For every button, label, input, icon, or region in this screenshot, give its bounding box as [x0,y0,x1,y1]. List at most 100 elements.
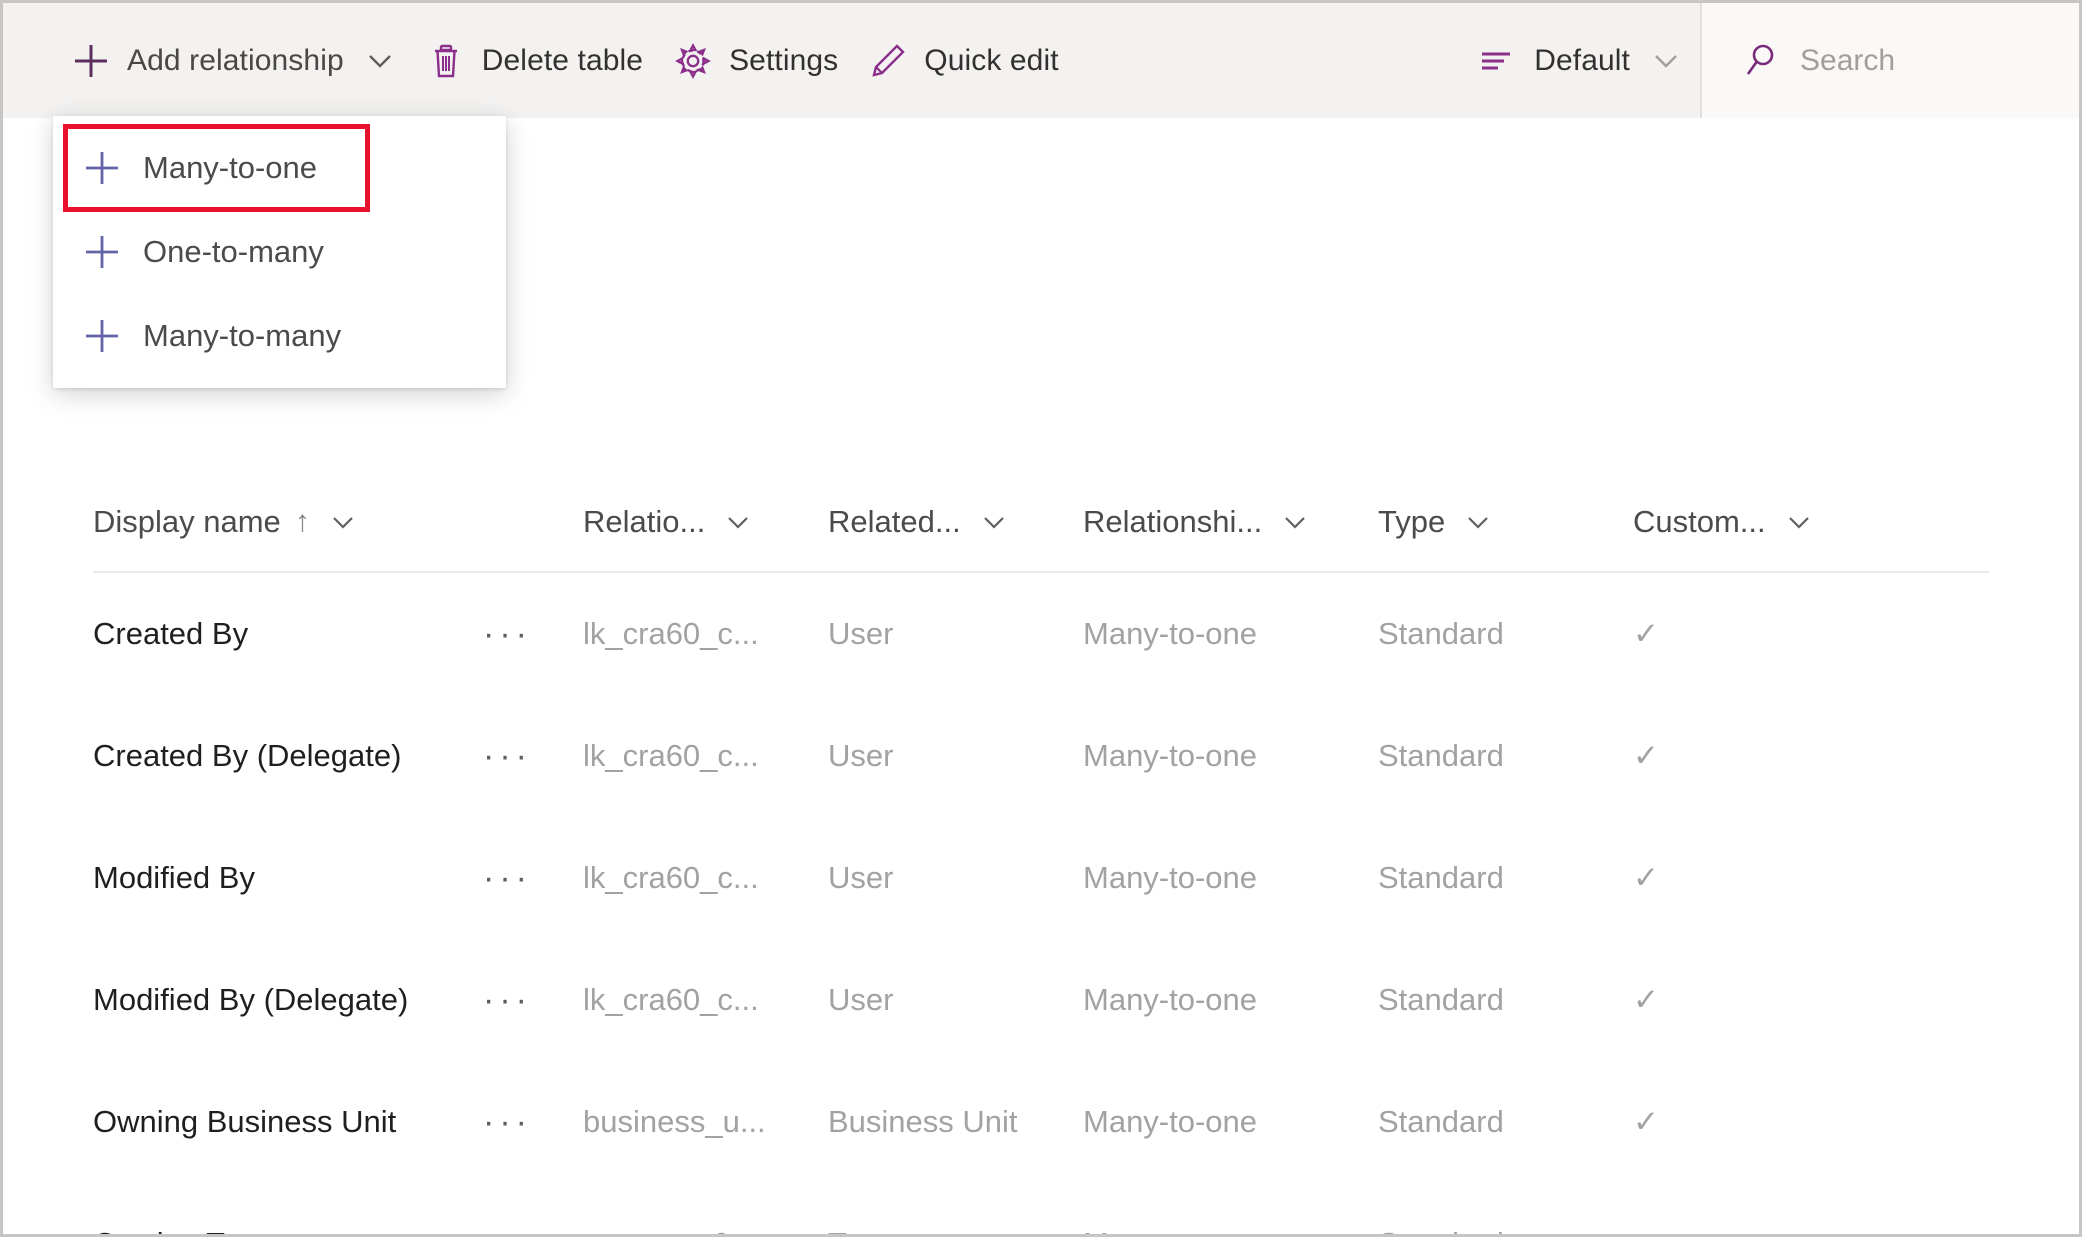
view-selector-label: Default [1534,43,1630,77]
cell-relationship-name: team_cra6... [583,1226,828,1234]
cell-relationship-name: lk_cra60_c... [583,738,759,773]
cell-relationship-name: lk_cra60_c... [583,982,759,1017]
cell-display-name: Created By (Delegate) [93,738,402,773]
chevron-down-icon[interactable] [1784,507,1814,537]
cell-type: Standard [1378,1104,1504,1139]
cell-customizable-check-icon: ✓ [1633,616,1659,651]
row-more-options-icon[interactable]: ··· [483,1225,583,1235]
column-header-type-label: Type [1378,504,1446,539]
column-header-relationship-name[interactable]: Relatio... [583,504,828,540]
row-more-options-icon[interactable]: ··· [483,737,583,776]
grid-body: Created By ··· lk_cra60_c... User Many-to-on… [93,573,1989,1235]
add-relationship-label: Add relationship [127,43,344,77]
column-header-display-name[interactable]: Display name ↑ [93,504,583,540]
gear-icon [671,39,715,83]
cell-related-table: User [828,738,894,773]
cell-display-name: Owning Business Unit [93,1104,397,1139]
view-selector-button[interactable]: Default [1464,3,1700,118]
grid-header-row: Display name ↑ Relatio... Related... Rel… [93,473,1989,573]
table-row[interactable]: Modified By ··· lk_cra60_c... User Many-to-o… [93,817,1989,939]
table-row[interactable]: Owning Business Unit ··· business_u... Busi… [93,1061,1989,1183]
cell-related-table: User [828,616,894,651]
column-header-related-table[interactable]: Related... [828,504,1083,540]
chevron-down-icon[interactable] [1463,507,1493,537]
cell-relationship-name: lk_cra60_c... [583,860,759,895]
plus-icon [79,313,125,359]
cell-relationship-type: Many-to-one [1083,1226,1378,1234]
plus-icon [79,229,125,275]
cell-relationship-type: Many-to-one [1083,860,1258,895]
cell-type: Standard [1378,860,1504,895]
row-more-options-icon[interactable]: ··· [483,615,583,654]
quick-edit-label: Quick edit [924,43,1059,77]
command-bar-right-group: Default Search [1464,3,2079,118]
column-header-display-name-label: Display name [93,504,281,539]
row-more-options-icon[interactable]: ··· [483,859,583,898]
cell-display-name: Modified By [93,860,255,895]
menu-item-many-to-one-label: Many-to-one [143,150,318,185]
column-header-relationship-type[interactable]: Relationshi... [1083,504,1378,540]
cell-customizable-check-icon: ✓ [1633,1226,1833,1234]
row-more-options-icon[interactable]: ··· [483,981,583,1020]
menu-item-one-to-many-label: One-to-many [143,234,324,269]
cell-relationship-type: Many-to-one [1083,616,1258,651]
column-header-relationship-type-label: Relationshi... [1083,504,1263,539]
chevron-down-icon[interactable] [979,507,1009,537]
cell-relationship-type: Many-to-one [1083,738,1258,773]
settings-label: Settings [729,43,839,77]
search-input[interactable]: Search [1700,3,2079,118]
table-row[interactable]: Modified By (Delegate) ··· lk_cra60_c... Us… [93,939,1989,1061]
cell-relationship-type: Many-to-one [1083,982,1258,1017]
table-relationships-page: Add relationship Delete table Settings Q… [0,0,2082,1237]
cell-related-table: Business Unit [828,1104,1018,1139]
chevron-down-icon [1650,45,1682,77]
chevron-down-icon[interactable] [328,507,358,537]
column-header-type[interactable]: Type [1378,504,1633,540]
cell-type: Standard [1378,738,1504,773]
chevron-down-icon [364,45,396,77]
cell-type: Standard [1378,982,1504,1017]
plus-icon [79,145,125,191]
delete-table-label: Delete table [481,43,644,77]
menu-item-many-to-many[interactable]: Many-to-many [53,294,506,378]
cell-customizable-check-icon: ✓ [1633,1104,1659,1139]
table-row[interactable]: Owning Team···team_cra6...TeamMany-to-on… [93,1183,1989,1235]
column-header-customizable[interactable]: Custom... [1633,504,1833,540]
cell-customizable-check-icon: ✓ [1633,738,1659,773]
search-placeholder: Search [1800,43,1896,77]
menu-item-many-to-one[interactable]: Many-to-one [63,124,370,212]
column-header-customizable-label: Custom... [1633,504,1766,539]
command-bar: Add relationship Delete table Settings Q… [3,3,2079,118]
cell-type: Standard [1378,616,1504,651]
relationships-grid: Display name ↑ Relatio... Related... Rel… [3,473,2079,1235]
settings-button[interactable]: Settings [657,3,852,118]
command-bar-left-group: Add relationship Delete table Settings Q… [3,3,1073,118]
column-header-related-table-label: Related... [828,504,961,539]
cell-customizable-check-icon: ✓ [1633,860,1659,895]
list-icon [1474,39,1518,83]
cell-related-table: User [828,860,894,895]
cell-relationship-name: lk_cra60_c... [583,616,759,651]
column-header-relationship-name-label: Relatio... [583,504,706,539]
search-icon [1738,39,1782,83]
cell-display-name: Modified By (Delegate) [93,982,409,1017]
delete-table-button[interactable]: Delete table [410,3,657,118]
pencil-icon [866,39,910,83]
plus-icon [69,39,113,83]
add-relationship-button[interactable]: Add relationship [55,3,410,118]
chevron-down-icon[interactable] [723,507,753,537]
cell-relationship-name: business_u... [583,1104,766,1139]
sort-ascending-icon: ↑ [294,505,310,538]
cell-display-name: Created By [93,616,249,651]
trash-icon [424,39,468,83]
row-more-options-icon[interactable]: ··· [483,1103,583,1142]
cell-display-name: Owning Team [93,1226,483,1234]
chevron-down-icon[interactable] [1280,507,1310,537]
menu-item-many-to-many-label: Many-to-many [143,318,342,353]
menu-item-one-to-many[interactable]: One-to-many [53,210,506,294]
cell-customizable-check-icon: ✓ [1633,982,1659,1017]
cell-related-table: Team [828,1226,1083,1234]
table-row[interactable]: Created By (Delegate) ··· lk_cra60_c... Use… [93,695,1989,817]
table-row[interactable]: Created By ··· lk_cra60_c... User Many-to-on… [93,573,1989,695]
quick-edit-button[interactable]: Quick edit [852,3,1072,118]
